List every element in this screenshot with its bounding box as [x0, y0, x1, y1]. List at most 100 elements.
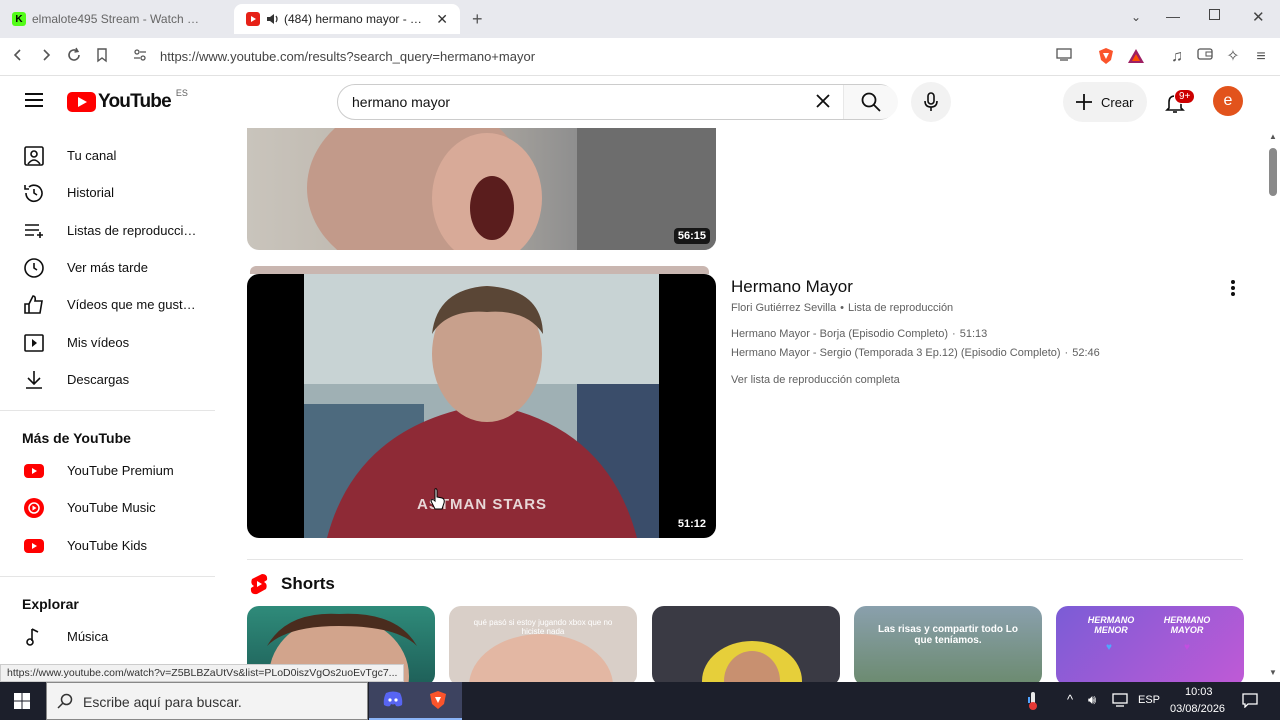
windows-taskbar: Escribe aquí para buscar. ^ 🔊︎ ESP 10:03…	[0, 682, 1280, 720]
taskbar-brave[interactable]	[414, 682, 462, 720]
sidebar-item-label: Tu canal	[67, 148, 117, 163]
sidebar-item-your-channel[interactable]: Tu canal	[0, 137, 230, 174]
tray-overflow-icon[interactable]: ^	[1067, 692, 1073, 707]
account-avatar[interactable]: e	[1213, 86, 1243, 116]
playlist-meta: Flori Gutiérrez Sevilla • Lista de repro…	[731, 302, 953, 314]
new-tab-button[interactable]: +	[472, 9, 483, 30]
site-info-icon[interactable]	[130, 47, 150, 67]
sidebar-divider	[0, 410, 215, 411]
sidebar-item-label: Historial	[67, 185, 114, 200]
sidebar-item-watch-later[interactable]: Ver más tarde	[0, 249, 230, 286]
brave-shields-icon[interactable]	[1096, 47, 1116, 67]
youtube-logo[interactable]: YouTube ES	[67, 88, 188, 113]
search-icon	[861, 92, 881, 112]
tab-search-chevron-icon[interactable]: ⌄	[1131, 10, 1141, 24]
wallet-icon[interactable]	[1195, 47, 1215, 67]
sidebar-item-youtube-premium[interactable]: YouTube Premium	[0, 452, 230, 489]
watch-later-icon	[24, 257, 44, 278]
search-input[interactable]	[352, 94, 792, 110]
short-thumbnail[interactable]: HERMANO MENOR HERMANO MAYOR ♥ ♥	[1056, 606, 1244, 682]
action-center-icon[interactable]	[1242, 692, 1258, 711]
bookmark-icon[interactable]	[92, 47, 112, 67]
browser-tab-youtube[interactable]: (484) hermano mayor - YouTube ✕	[234, 4, 460, 34]
sidebar-item-my-videos[interactable]: Mis vídeos	[0, 324, 230, 361]
input-language[interactable]: ESP	[1138, 694, 1160, 706]
clock-date[interactable]: 03/08/2026	[1170, 703, 1225, 715]
sidebar-item-label: Mis vídeos	[67, 335, 130, 350]
short-thumbnail[interactable]: Las risas y compartir todo Lo que teníam…	[854, 606, 1042, 682]
restore-icon[interactable]	[1209, 9, 1220, 20]
search-button[interactable]	[844, 85, 898, 119]
page-scrollbar[interactable]: ▲ ▼	[1266, 128, 1280, 682]
minimize-icon[interactable]: —	[1166, 8, 1180, 24]
video-thumbnail[interactable]: 56:15	[247, 128, 716, 250]
playlist-type: Lista de reproducción	[848, 302, 954, 314]
tab-title: (484) hermano mayor - YouTube	[284, 12, 424, 26]
short-caption: HERMANO MENOR	[1087, 615, 1135, 635]
playlist-video-item[interactable]: Hermano Mayor - Sergio (Temporada 3 Ep.1…	[731, 347, 1100, 359]
sidebar-item-label: Ver más tarde	[67, 260, 148, 275]
sidebar-item-downloads[interactable]: Descargas	[0, 361, 230, 398]
youtube-header: YouTube ES Crear 9+ e	[0, 76, 1280, 128]
sidebar-divider	[0, 576, 215, 577]
taskbar-search-box[interactable]: Escribe aquí para buscar.	[46, 682, 368, 720]
youtube-logo-icon	[67, 92, 96, 112]
plus-icon	[1076, 94, 1092, 110]
meta-dot: •	[840, 302, 844, 314]
taskbar-discord[interactable]	[369, 682, 417, 720]
browser-menu-icon[interactable]: ≡	[1251, 47, 1271, 67]
history-icon	[24, 183, 43, 202]
windows-start-icon[interactable]	[14, 693, 30, 714]
create-label: Crear	[1101, 94, 1134, 110]
taskbar-search-placeholder: Escribe aquí para buscar.	[83, 694, 242, 710]
url-field[interactable]: https://www.youtube.com/results?search_q…	[160, 49, 535, 64]
guide-sidebar: Tu canal Historial Listas de reproducció…	[0, 128, 230, 682]
cast-icon[interactable]	[1054, 47, 1074, 67]
playlist-video-item[interactable]: Hermano Mayor - Borja (Episodio Completo…	[731, 328, 987, 340]
network-icon[interactable]	[1112, 693, 1128, 710]
sidebar-item-label: Descargas	[67, 372, 130, 387]
tab-audio-icon[interactable]	[266, 12, 280, 26]
playlists-icon	[25, 223, 43, 238]
scroll-down-icon[interactable]: ▼	[1269, 668, 1277, 677]
brave-icon	[430, 691, 446, 709]
sidebar-item-youtube-music[interactable]: YouTube Music	[0, 489, 230, 526]
short-thumbnail[interactable]	[652, 606, 840, 682]
clear-search-icon[interactable]	[814, 92, 832, 115]
guide-menu-icon[interactable]	[24, 92, 44, 113]
playlist-stack-edge	[250, 266, 709, 274]
short-thumbnail[interactable]: qué pasó si estoy jugando xbox que no hi…	[449, 606, 637, 682]
forward-icon[interactable]	[36, 47, 56, 67]
media-icon[interactable]: ♫	[1167, 47, 1187, 67]
playlist-channel[interactable]: Flori Gutiérrez Sevilla	[731, 302, 836, 314]
sidebar-item-playlists[interactable]: Listas de reproducción	[0, 212, 230, 249]
sidebar-item-history[interactable]: Historial	[0, 174, 230, 211]
volume-icon[interactable]: 🔊︎	[1088, 692, 1096, 708]
brave-rewards-icon[interactable]	[1126, 47, 1146, 67]
back-icon[interactable]	[8, 47, 28, 67]
leo-ai-icon[interactable]: ✧	[1223, 47, 1243, 67]
sidebar-item-music[interactable]: Música	[0, 618, 230, 655]
youtube-favicon-icon	[246, 12, 260, 26]
view-full-playlist-link[interactable]: Ver lista de reproducción completa	[731, 374, 900, 386]
sidebar-item-liked-videos[interactable]: Vídeos que me gustan	[0, 286, 230, 323]
playlist-title[interactable]: Hermano Mayor	[731, 277, 853, 297]
purple-heart-icon: ♥	[1184, 642, 1190, 653]
clock-time[interactable]: 10:03	[1185, 686, 1213, 698]
window-close-icon[interactable]: ✕	[1252, 8, 1265, 26]
sidebar-item-youtube-kids[interactable]: YouTube Kids	[0, 527, 230, 564]
temperature-tray-icon[interactable]	[1026, 691, 1040, 716]
more-actions-icon[interactable]	[1229, 278, 1237, 303]
scrollbar-thumb[interactable]	[1269, 148, 1277, 196]
voice-search-button[interactable]	[911, 82, 951, 122]
explore-heading: Explorar	[22, 596, 79, 612]
playlist-duration-badge: 51:12	[673, 516, 710, 532]
reload-icon[interactable]	[64, 47, 84, 67]
scroll-up-icon[interactable]: ▲	[1269, 132, 1277, 141]
create-button[interactable]: Crear	[1063, 82, 1147, 122]
yt-premium-icon	[24, 463, 44, 478]
tab-close-icon[interactable]: ✕	[436, 11, 448, 28]
browser-tab-twitch[interactable]: K elmalote495 Stream - Watch Live on	[0, 4, 228, 34]
search-box	[337, 84, 898, 120]
playlist-thumbnail[interactable]: ASTMAN STARS 51:12	[247, 274, 716, 538]
